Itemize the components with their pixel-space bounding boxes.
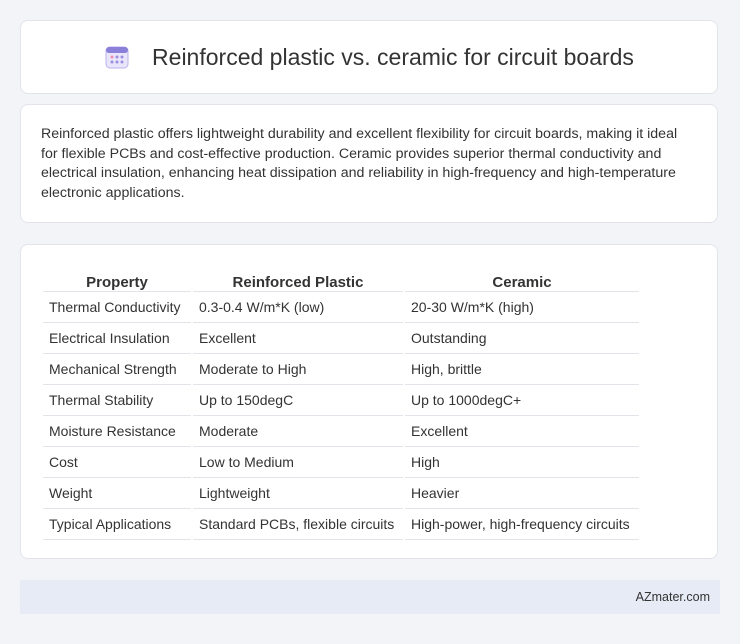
table-cell-property: Typical Applications [43, 509, 191, 540]
table-row: Mechanical Strength Moderate to High Hig… [43, 354, 639, 385]
table-cell-property: Moisture Resistance [43, 416, 191, 447]
column-header-property: Property [43, 265, 191, 292]
footer-source-link[interactable]: AZmater.com [636, 590, 710, 604]
table-row: Thermal Conductivity 0.3-0.4 W/m*K (low)… [43, 292, 639, 323]
table-cell-ceramic: 20-30 W/m*K (high) [405, 292, 639, 323]
table-cell-plastic: Moderate [193, 416, 403, 447]
table-row: Weight Lightweight Heavier [43, 478, 639, 509]
table-cell-ceramic: Up to 1000degC+ [405, 385, 639, 416]
table-row: Electrical Insulation Excellent Outstand… [43, 323, 639, 354]
table-row: Typical Applications Standard PCBs, flex… [43, 509, 639, 540]
table-cell-ceramic: Heavier [405, 478, 639, 509]
table-row: Thermal Stability Up to 150degC Up to 10… [43, 385, 639, 416]
column-header-reinforced-plastic: Reinforced Plastic [193, 265, 403, 292]
table-cell-plastic: Moderate to High [193, 354, 403, 385]
footer: AZmater.com [20, 580, 720, 614]
summary-card: Reinforced plastic offers lightweight du… [20, 104, 718, 223]
table-cell-property: Thermal Conductivity [43, 292, 191, 323]
table-cell-property: Thermal Stability [43, 385, 191, 416]
table-cell-plastic: Standard PCBs, flexible circuits [193, 509, 403, 540]
title-card: Reinforced plastic vs. ceramic for circu… [20, 20, 718, 94]
page-title: Reinforced plastic vs. ceramic for circu… [152, 43, 634, 70]
table-cell-ceramic: Excellent [405, 416, 639, 447]
table-cell-ceramic: High [405, 447, 639, 478]
summary-text: Reinforced plastic offers lightweight du… [41, 126, 678, 201]
column-header-ceramic: Ceramic [405, 265, 639, 292]
table-cell-property: Weight [43, 478, 191, 509]
table-row: Cost Low to Medium High [43, 447, 639, 478]
table-cell-property: Mechanical Strength [43, 354, 191, 385]
table-cell-plastic: Lightweight [193, 478, 403, 509]
table-cell-property: Cost [43, 447, 191, 478]
table-row: Moisture Resistance Moderate Excellent [43, 416, 639, 447]
calendar-icon [104, 44, 130, 70]
comparison-table: Property Reinforced Plastic Ceramic Ther… [41, 265, 641, 540]
table-header-row: Property Reinforced Plastic Ceramic [43, 265, 639, 292]
comparison-table-card: Property Reinforced Plastic Ceramic Ther… [20, 244, 718, 559]
table-cell-ceramic: Outstanding [405, 323, 639, 354]
table-cell-property: Electrical Insulation [43, 323, 191, 354]
table-cell-plastic: Excellent [193, 323, 403, 354]
table-cell-plastic: Up to 150degC [193, 385, 403, 416]
table-cell-plastic: 0.3-0.4 W/m*K (low) [193, 292, 403, 323]
table-cell-ceramic: High, brittle [405, 354, 639, 385]
table-cell-ceramic: High-power, high-frequency circuits [405, 509, 639, 540]
table-cell-plastic: Low to Medium [193, 447, 403, 478]
